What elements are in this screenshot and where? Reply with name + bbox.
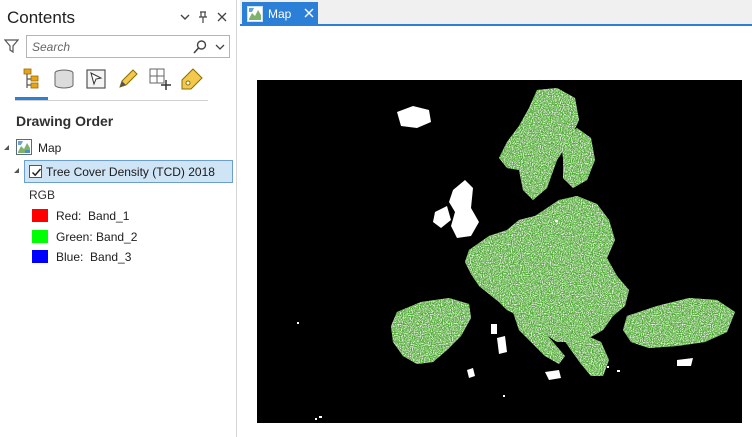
tab-map[interactable]: Map (242, 2, 318, 26)
search-options-chevron-icon[interactable] (213, 39, 227, 55)
europe-raster-layer (297, 88, 735, 420)
layer-tree-cover-density[interactable]: Tree Cover Density (TCD) 2018 (24, 160, 233, 183)
map-node-label: Map (38, 141, 62, 155)
toolbar-divider (15, 100, 208, 101)
close-icon[interactable] (302, 5, 316, 21)
pane-options-chevron-icon[interactable] (178, 9, 192, 25)
blue-swatch[interactable] (32, 250, 48, 263)
contents-title: Contents (7, 8, 76, 27)
list-by-drawing-order-icon[interactable] (18, 65, 46, 93)
band-blue-row[interactable]: Blue: Band_3 (32, 249, 232, 265)
list-by-snapping-icon[interactable] (146, 65, 174, 93)
layer-expand-triangle-icon[interactable] (14, 168, 19, 173)
band-green-row[interactable]: Green: Band_2 (32, 229, 232, 245)
forest-cover (391, 88, 735, 376)
contents-header: Contents (0, 0, 237, 34)
search-icon[interactable] (192, 39, 208, 55)
band-red-label: Red: Band_1 (56, 209, 130, 223)
pin-icon[interactable] (196, 9, 210, 25)
contents-view-toolbar (14, 65, 214, 99)
filter-icon[interactable] (3, 38, 20, 54)
list-by-editing-icon[interactable] (114, 65, 142, 93)
list-by-labeling-icon[interactable] (178, 65, 206, 93)
layer-label: Tree Cover Density (TCD) 2018 (46, 165, 215, 179)
list-by-data-source-icon[interactable] (50, 65, 78, 93)
map-icon (16, 139, 32, 155)
layer-visibility-checkbox[interactable] (29, 165, 42, 178)
expand-triangle-icon[interactable] (4, 145, 9, 150)
map-canvas[interactable] (257, 80, 742, 423)
map-icon (247, 6, 263, 22)
drawing-order-heading: Drawing Order (16, 113, 114, 129)
view-tabstrip: Map (240, 0, 752, 26)
red-swatch[interactable] (32, 209, 48, 222)
app-window: Contents Search Drawing Order Map Tree C… (0, 0, 752, 437)
band-red-row[interactable]: Red: Band_1 (32, 208, 232, 224)
band-blue-label: Blue: Band_3 (56, 250, 132, 264)
tab-map-label: Map (268, 7, 292, 21)
map-tree-node[interactable]: Map (4, 139, 204, 157)
green-swatch[interactable] (32, 230, 48, 243)
close-icon[interactable] (215, 9, 229, 25)
symbology-label: RGB (29, 188, 56, 202)
band-green-label: Green: Band_2 (56, 230, 138, 244)
search-input[interactable] (27, 36, 189, 57)
contents-pane: Contents Search Drawing Order Map Tree C… (0, 0, 237, 437)
list-by-selection-icon[interactable] (82, 65, 110, 93)
search-box[interactable] (26, 35, 230, 58)
map-view: Map (240, 0, 752, 437)
